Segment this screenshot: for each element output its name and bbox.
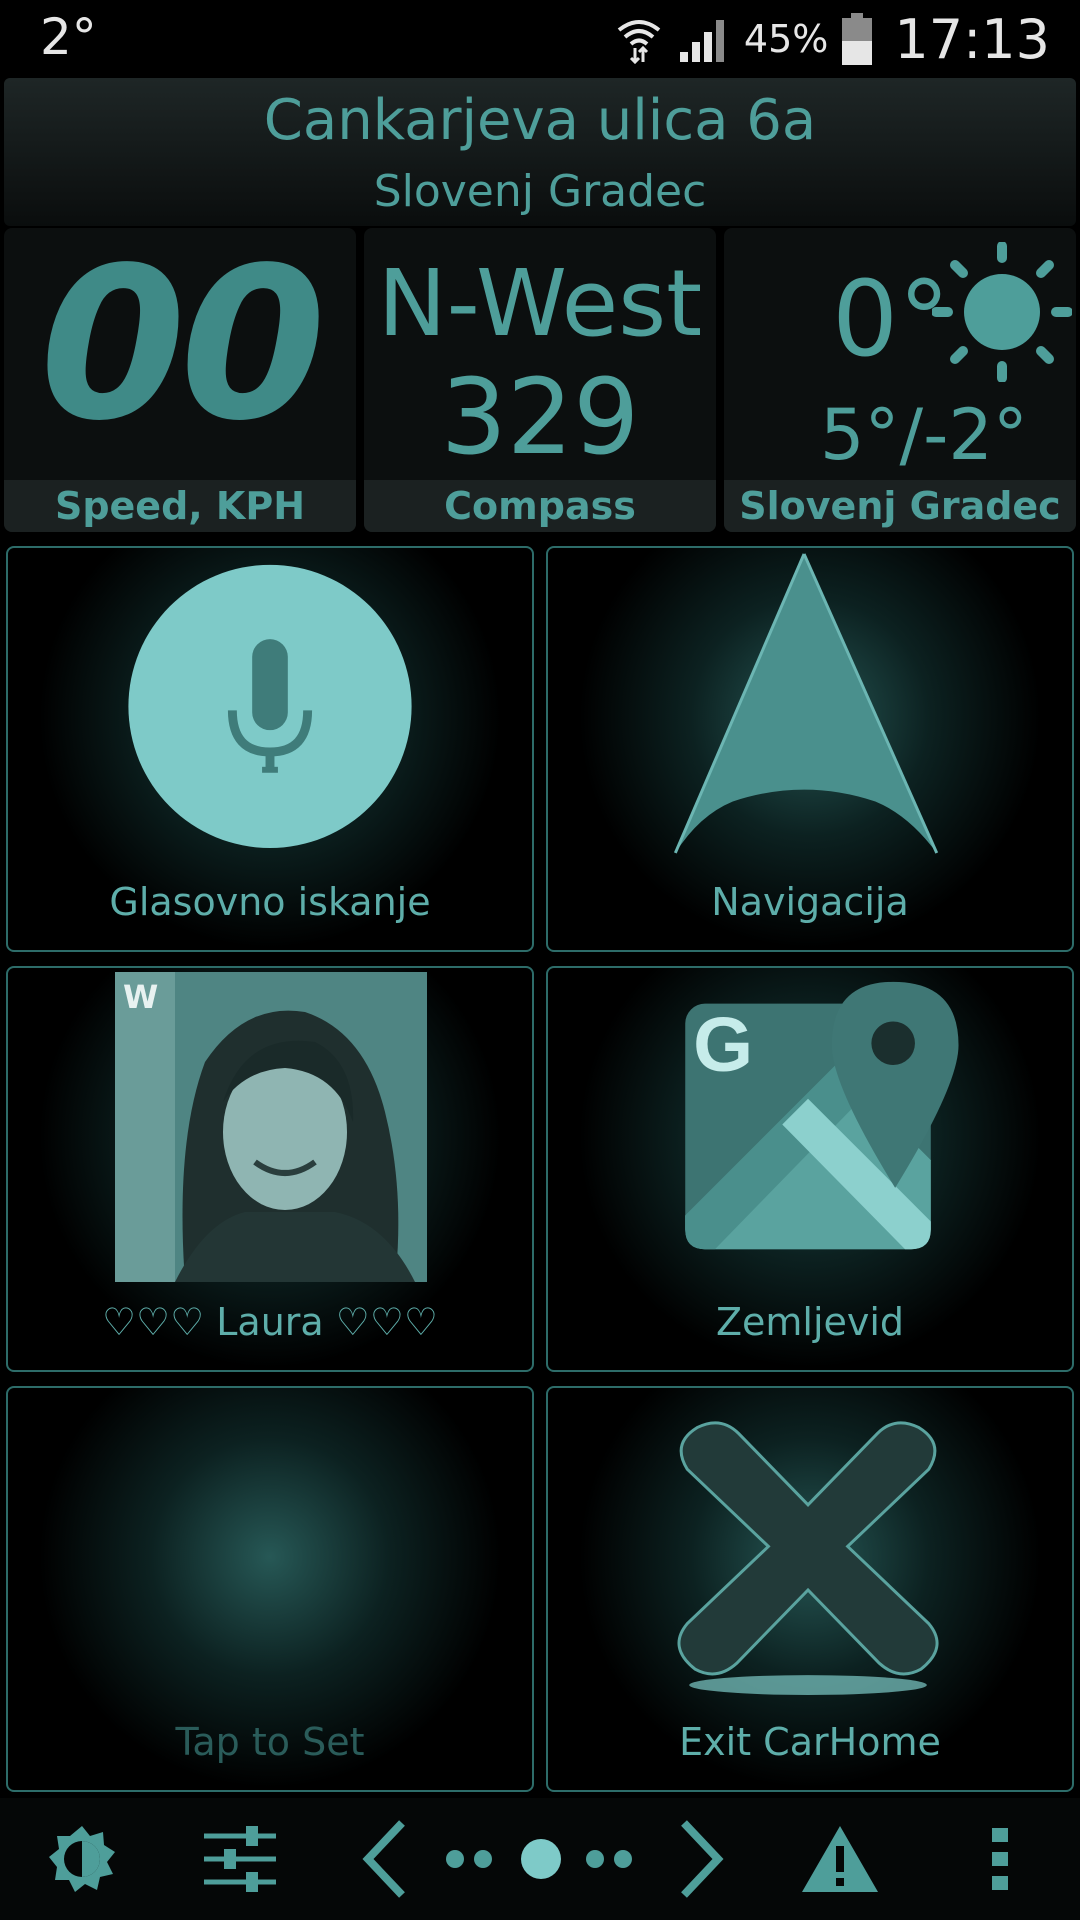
next-page-button[interactable] bbox=[656, 1798, 746, 1920]
compass-degrees: 329 bbox=[440, 356, 640, 478]
page-dots bbox=[446, 1839, 632, 1879]
weather-location-label: Slovenj Gradec bbox=[724, 480, 1076, 532]
contact-photo: W bbox=[115, 972, 427, 1282]
equalizer-icon bbox=[204, 1826, 276, 1892]
prev-page-button[interactable] bbox=[340, 1798, 430, 1920]
warning-icon bbox=[802, 1826, 878, 1892]
signal-icon bbox=[678, 14, 730, 64]
battery-icon bbox=[842, 13, 873, 65]
battery-percent: 45% bbox=[743, 17, 829, 61]
tile-label: Exit CarHome bbox=[679, 1720, 941, 1764]
tile-exit-carhome[interactable]: Exit CarHome bbox=[546, 1386, 1074, 1792]
tile-label: Tap to Set bbox=[175, 1720, 365, 1764]
wifi-icon bbox=[614, 14, 664, 64]
compass-widget[interactable]: N-West 329 Compass bbox=[364, 228, 716, 532]
bottom-toolbar bbox=[0, 1798, 1080, 1920]
city-name: Slovenj Gradec bbox=[373, 166, 707, 217]
status-bar: 2° 45% 17:13 bbox=[0, 0, 1080, 78]
speed-widget[interactable]: 00 Speed, KPH bbox=[4, 228, 356, 532]
tile-label: Zemljevid bbox=[715, 1300, 905, 1344]
more-menu-icon bbox=[992, 1828, 1008, 1890]
street-address: Cankarjeva ulica 6a bbox=[263, 88, 817, 153]
weather-widget[interactable]: 0° 5°/-2° Slovenj Gradec bbox=[724, 228, 1076, 532]
prev-page-icon bbox=[362, 1820, 405, 1898]
speed-label: Speed, KPH bbox=[4, 480, 356, 532]
tile-navigation[interactable]: Navigacija bbox=[546, 546, 1074, 952]
tile-empty-slot[interactable]: Tap to Set bbox=[6, 1386, 534, 1792]
warning-button[interactable] bbox=[780, 1798, 900, 1920]
weather-range: 5°/-2° bbox=[820, 394, 1028, 476]
settings-button[interactable] bbox=[180, 1798, 300, 1920]
address-header[interactable]: Cankarjeva ulica 6a Slovenj Gradec bbox=[4, 78, 1076, 226]
status-time: 17:13 bbox=[894, 7, 1050, 71]
maps-g-letter: G bbox=[693, 1002, 753, 1088]
tile-label: Glasovno iskanje bbox=[109, 880, 431, 924]
status-temperature: 2° bbox=[40, 8, 97, 66]
tile-contact-laura[interactable]: W ♡♡♡ Laura ♡♡♡ bbox=[6, 966, 534, 1372]
speed-value: 00 bbox=[39, 228, 326, 467]
tile-label: ♡♡♡ Laura ♡♡♡ bbox=[101, 1300, 438, 1344]
page-indicator[interactable] bbox=[440, 1798, 640, 1920]
compass-direction: N-West bbox=[377, 250, 703, 357]
brightness-button[interactable] bbox=[22, 1798, 142, 1920]
tile-voice-search[interactable]: Glasovno iskanje bbox=[6, 546, 534, 952]
sun-icon bbox=[931, 241, 1073, 386]
status-icons: 45% 17:13 bbox=[614, 6, 1050, 72]
tile-label: Navigacija bbox=[711, 880, 909, 924]
compass-label: Compass bbox=[364, 480, 716, 532]
more-menu-button[interactable] bbox=[950, 1798, 1050, 1920]
tile-maps[interactable]: G Zemljevid bbox=[546, 966, 1074, 1372]
svg-text:W: W bbox=[123, 978, 158, 1016]
brightness-icon bbox=[49, 1826, 115, 1892]
next-page-icon bbox=[681, 1820, 724, 1898]
